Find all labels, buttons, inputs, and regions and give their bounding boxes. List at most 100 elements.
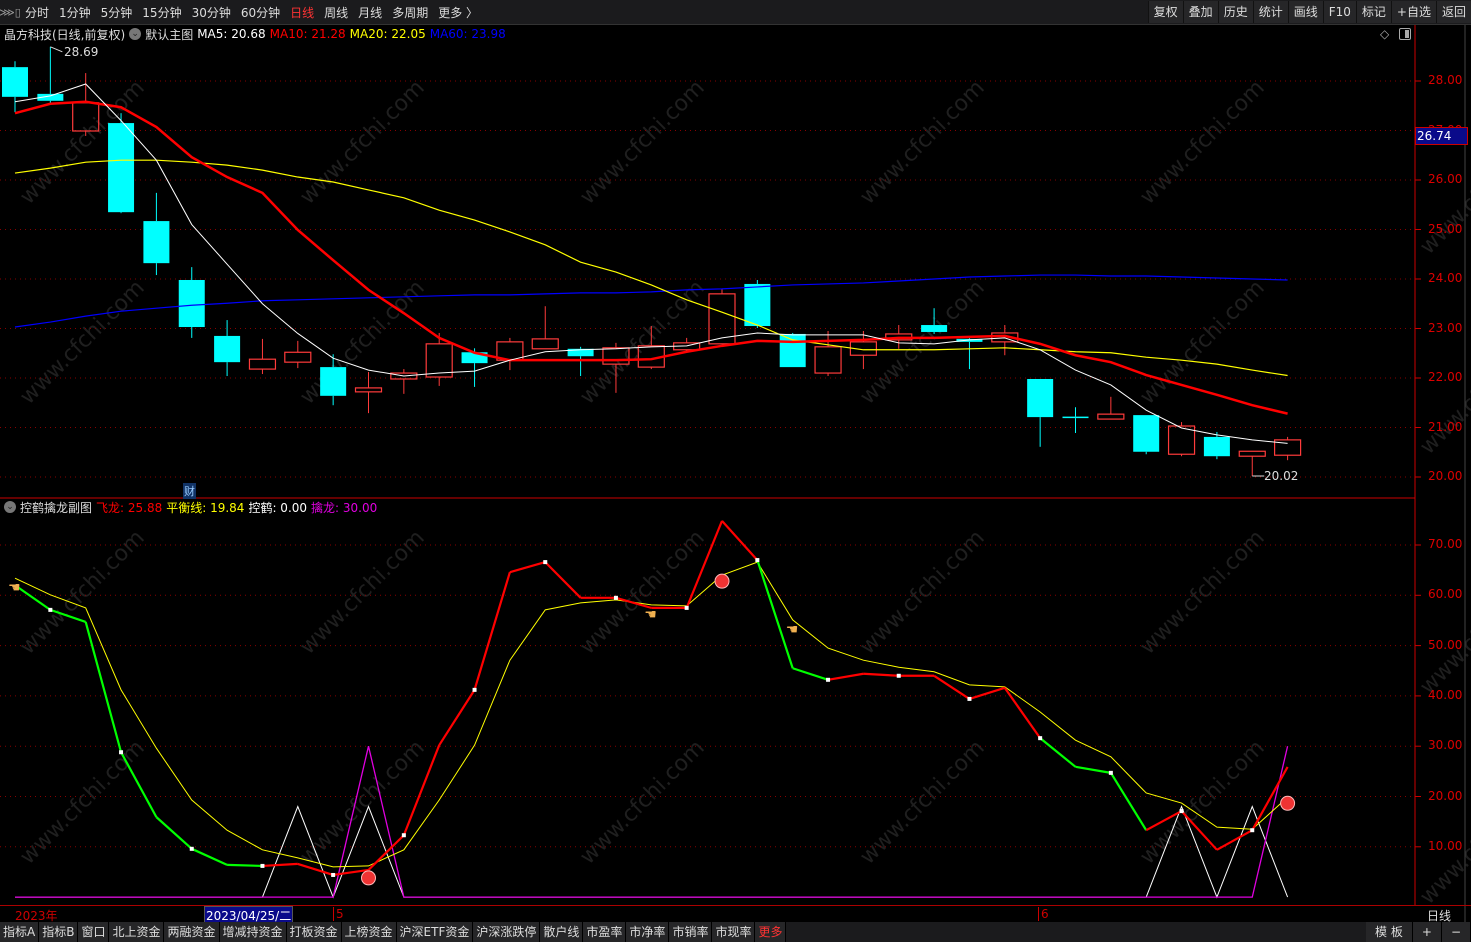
template-name[interactable]: 默认主图	[145, 26, 193, 43]
period-tab[interactable]: 15分钟	[137, 4, 186, 21]
toolbar-button[interactable]: 历史	[1217, 1, 1253, 23]
sub-axis-label: 40.00	[1428, 687, 1463, 702]
indicator-title[interactable]: 控鹤擒龙副图	[20, 499, 92, 516]
period-tab[interactable]: 1分钟	[54, 4, 96, 21]
candle-down	[1203, 436, 1230, 457]
indicator-tab[interactable]: 北上资金	[109, 922, 165, 942]
feilong-segment	[1003, 687, 1042, 739]
period-toolbar: ⋙▯ 分时 1分钟 5分钟 15分钟 30分钟 60分钟 日线 周线 月线 多周期 更多 〉 复权叠…	[0, 0, 1471, 25]
feilong-segment	[792, 667, 829, 681]
candle-up	[284, 351, 312, 363]
indicator-tab[interactable]: 市现率	[712, 922, 756, 942]
template-dropdown-icon[interactable]: ⌄	[129, 28, 142, 40]
toolbar-button[interactable]: 标记	[1355, 1, 1391, 23]
sub-axis-label: 50.00	[1428, 637, 1463, 652]
sub-axis-label: 30.00	[1428, 738, 1463, 753]
chart-canvas[interactable]: ☚ ☚ ☚	[0, 0, 1471, 942]
low-price-label: 20.02	[1264, 469, 1299, 483]
candle-down	[143, 221, 170, 264]
period-tab[interactable]: 60分钟	[236, 4, 285, 21]
toolbar-button[interactable]: 复权	[1147, 1, 1183, 23]
price-axis-label: 21.00	[1428, 419, 1463, 434]
indicator-tab[interactable]: 增减持资金	[219, 922, 287, 942]
ma5-value: MA5: 20.68	[197, 27, 266, 41]
indicator-tab[interactable]: 市盈率	[583, 922, 627, 942]
feilong-segment	[84, 621, 123, 753]
candle-down	[108, 123, 135, 213]
diamond-icon[interactable]: ◇	[1380, 27, 1389, 41]
candle-down	[2, 67, 28, 97]
period-tab[interactable]: 多周期	[387, 4, 433, 21]
feilong-segment	[1039, 737, 1077, 768]
price-axis-label: 24.00	[1428, 271, 1463, 285]
period-tab[interactable]: 更多 〉	[433, 4, 483, 21]
feilong-node	[1179, 809, 1184, 814]
price-axis-label: 20.00	[1428, 469, 1463, 483]
feilong-segment	[49, 608, 87, 623]
toolbar-button[interactable]: 返回	[1435, 1, 1471, 23]
indicator-dropdown-icon[interactable]: ⌄	[4, 501, 16, 513]
indicator-tab[interactable]: 市净率	[626, 922, 670, 942]
feilong-segment	[227, 863, 263, 868]
zoom-in-button[interactable]: +	[1412, 922, 1442, 942]
panel-toggle-icon[interactable]	[1399, 28, 1411, 40]
indicator-tab[interactable]: 更多	[755, 922, 787, 942]
finance-marker[interactable]: 财	[183, 483, 196, 499]
hand-signal-icon: ☚	[8, 580, 21, 596]
period-tab[interactable]: 日线	[285, 4, 319, 21]
indicator-tab[interactable]: 指标B	[39, 922, 79, 942]
indicator-tab[interactable]: 散户线	[540, 922, 584, 942]
price-axis-label: 26.00	[1428, 172, 1463, 186]
toolbar-button[interactable]: +自选	[1390, 1, 1436, 23]
template-button[interactable]: 模 板	[1366, 922, 1413, 942]
feilong-node	[401, 833, 406, 838]
indicator-tab[interactable]: 市销率	[669, 922, 713, 942]
candle-up	[602, 347, 630, 365]
candle-down	[320, 367, 347, 396]
indicator-tab[interactable]: 指标A	[0, 922, 40, 942]
ma60-line	[14, 274, 1288, 328]
feilong-node	[967, 696, 972, 701]
feilong-segment	[933, 674, 971, 700]
indicator-tab[interactable]: 沪深涨跌停	[473, 922, 541, 942]
qinlong-value: 擒龙: 30.00	[311, 500, 378, 515]
candle-up	[1238, 450, 1266, 457]
indicator-tab[interactable]: 窗口	[78, 922, 110, 942]
collapse-panel-icon[interactable]: ⋙▯	[0, 0, 21, 24]
price-axis-label: 22.00	[1428, 370, 1463, 384]
feilong-segment	[509, 561, 546, 574]
feilong-node	[260, 863, 265, 868]
period-tab[interactable]: 分时	[20, 4, 54, 21]
feilong-segment	[120, 751, 158, 818]
pingheng-value: 平衡线: 19.84	[166, 500, 245, 515]
period-tab[interactable]: 5分钟	[96, 4, 138, 21]
period-tab[interactable]: 月线	[353, 4, 387, 21]
period-tab[interactable]: 30分钟	[187, 4, 236, 21]
candle-down	[744, 283, 771, 327]
indicator-tab[interactable]: 沪深ETF资金	[396, 922, 474, 942]
feilong-node	[1038, 736, 1043, 741]
feilong-segment	[1109, 772, 1148, 831]
period-tab[interactable]: 周线	[319, 4, 353, 21]
toolbar-button[interactable]: 画线	[1287, 1, 1323, 23]
candle-down	[178, 279, 205, 328]
indicator-tab[interactable]: 上榜资金	[341, 922, 397, 942]
candle-down	[1027, 378, 1054, 418]
feilong-segment	[827, 672, 864, 681]
feilong-segment	[544, 561, 582, 599]
toolbar-button[interactable]: F10	[1322, 1, 1356, 23]
toolbar-button[interactable]: 叠加	[1182, 1, 1218, 23]
zoom-out-button[interactable]: −	[1441, 922, 1471, 942]
candle-up	[354, 387, 383, 393]
ma60-value: MA60: 23.98	[429, 27, 506, 41]
toolbar-button[interactable]: 统计	[1252, 1, 1288, 23]
feilong-segment	[863, 672, 899, 677]
feilong-node	[755, 558, 760, 563]
feilong-segment	[969, 686, 1006, 700]
indicator-tab[interactable]: 打板资金	[286, 922, 342, 942]
candle-down	[214, 335, 241, 363]
candle-down	[779, 333, 806, 368]
feilong-node	[896, 673, 901, 678]
indicator-tab[interactable]: 两融资金	[164, 922, 220, 942]
ma20-value: MA20: 22.05	[349, 27, 426, 41]
